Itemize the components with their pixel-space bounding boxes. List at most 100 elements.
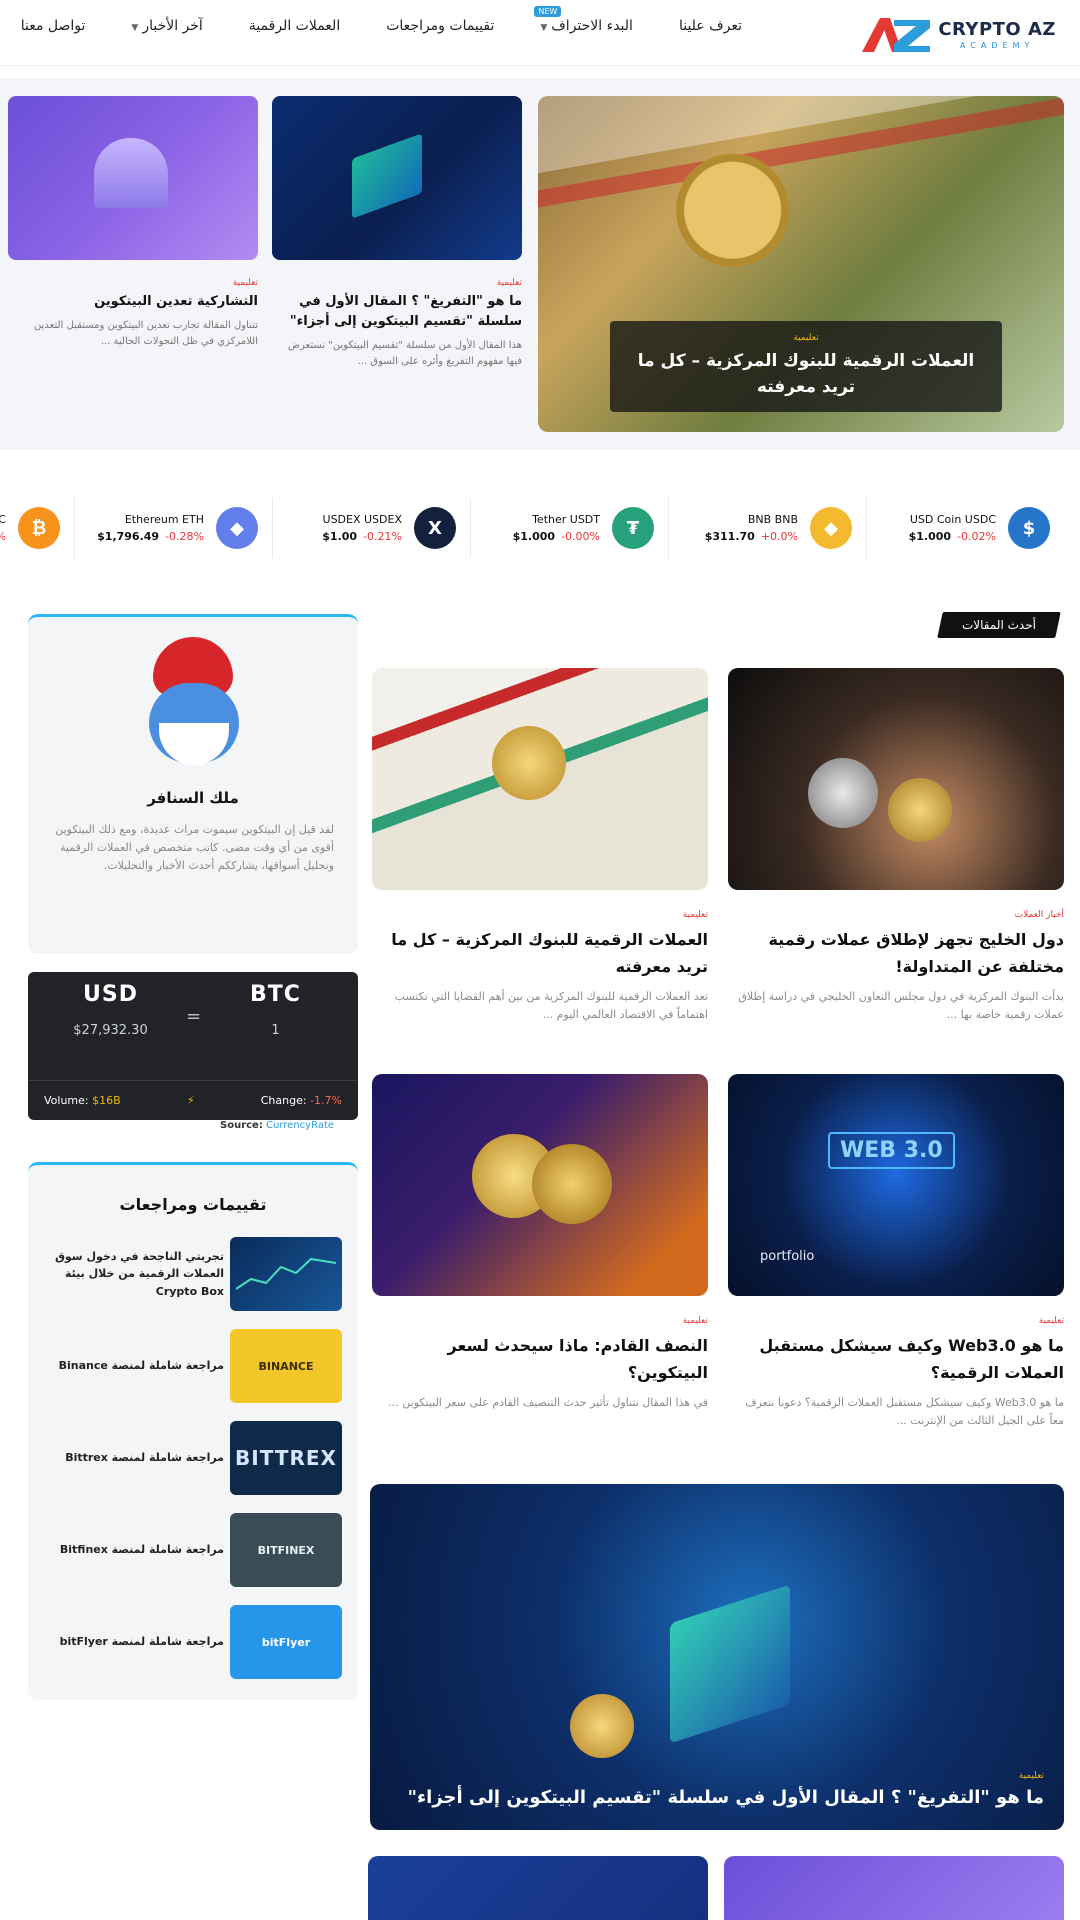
web3-chip-image[interactable]: WEB 3.0 portfolio [728,1074,1064,1296]
article-title[interactable]: ما هو Web3.0 وكيف سيشكل مستقبل العملات ا… [728,1332,1064,1386]
article-title[interactable]: دول الخليج تجهز لإطلاق عملات رقمية مختلف… [728,926,1064,980]
coin-name: Bitcoin BTC [0,513,6,526]
chart-thumbnail[interactable] [230,1237,342,1311]
nav-reviews-label: تقييمات ومراجعات [386,18,495,34]
review-item[interactable]: BINANCE مراجعة شاملة لمنصة Binance [52,1329,342,1403]
hero-title[interactable]: العملات الرقمية للبنوك المركزية – كل ما … [626,349,986,400]
nav-start[interactable]: البدء الاحتراف▼ NEW [534,6,633,34]
bittrex-thumbnail[interactable]: BITTREX [230,1421,342,1495]
article-category[interactable]: أخبار العملات [728,910,1064,920]
ticker-item[interactable]: X USDEX USDEX $1.00 -0.21% [272,498,470,558]
coin-change: -0.28% [165,530,204,543]
article-card[interactable]: تعليمية العملات الرقمية للبنوك المركزية … [372,668,708,1024]
next-article-card[interactable] [724,1856,1064,1920]
hero-category[interactable]: تعليمية [626,333,986,343]
article-title[interactable]: التشاركية تعدين البيتكوين [8,292,258,312]
equals-sign: = [186,1006,202,1027]
cash-bitcoin-image[interactable] [372,668,708,890]
latest-tag: أحدث المقالات [937,612,1061,638]
hero-main-card[interactable]: تعليمية العملات الرقمية للبنوك المركزية … [538,96,1064,432]
nav-about[interactable]: تعرف علينا [679,18,742,34]
hand-coins-image[interactable] [728,668,1064,890]
feature-article[interactable]: تعليمية ما هو "التفريغ" ؟ المقال الأول ف… [370,1484,1064,1830]
review-title[interactable]: مراجعة شاملة لمنصة Bittrex [52,1449,230,1466]
ticker-item[interactable]: ₿ Bitcoin BTC $1-0.80% [0,498,74,558]
converter-source: Source: CurrencyRate [220,1120,334,1131]
article-category[interactable]: تعليمية [272,278,522,288]
article-title[interactable]: ما هو "التفريغ" ؟ المقال الأول في سلسلة … [272,292,522,332]
to-currency[interactable]: BTC 1 [221,982,331,1038]
hero-card[interactable]: تعليمية ما هو "التفريغ" ؟ المقال الأول ف… [272,96,522,369]
article-excerpt: في هذا المقال نتناول تأثير حدث التنصيف ا… [388,1396,708,1410]
brand-tagline: ACADEMY [959,40,1035,50]
reviews-heading: تقييمات ومراجعات [119,1195,267,1214]
coin-price: $1.000 [512,530,556,543]
ticker-item[interactable]: $ USD Coin USDC $1.000 -0.02% [866,498,1064,558]
usdc-icon: $ [1008,507,1050,549]
ticker-item[interactable]: ◆ BNB BNB $311.70 +0.0% [668,498,866,558]
feature-title[interactable]: ما هو "التفريغ" ؟ المقال الأول في سلسلة … [408,1787,1044,1808]
article-card[interactable]: أخبار العملات دول الخليج تجهز لإطلاق عمل… [728,668,1064,1024]
top-navbar: CRYPTO AZ ACADEMY تعرف علينا البدء الاحت… [0,0,1080,66]
tether-icon: ₮ [612,507,654,549]
article-category[interactable]: تعليمية [372,1316,708,1326]
review-item[interactable]: تجربتي الناجحة في دخول سوق العملات الرقم… [52,1237,342,1311]
ticker-meta: Bitcoin BTC $1-0.80% [0,513,6,543]
volume-value: $16B [92,1094,121,1107]
bitfinex-thumbnail[interactable]: BITFINEX [230,1513,342,1587]
nav-currencies[interactable]: العملات الرقمية [249,18,340,34]
coin-name: USDEX USDEX [322,513,402,526]
article-title[interactable]: العملات الرقمية للبنوك المركزية – كل ما … [372,926,708,980]
nav-reviews[interactable]: تقييمات ومراجعات [386,18,494,34]
review-title[interactable]: مراجعة شاملة لمنصة bitFlyer [52,1633,230,1650]
article-category[interactable]: تعليمية [372,910,708,920]
change-stat: Change: -1.7% [261,1094,342,1107]
review-title[interactable]: مراجعة شاملة لمنصة Bitfinex [52,1541,230,1558]
review-title[interactable]: تجربتي الناجحة في دخول سوق العملات الرقم… [52,1248,230,1299]
article-title[interactable]: النصف القادم: ماذا سيحدث لسعر البيتكوين؟ [372,1332,708,1386]
author-avatar[interactable] [133,637,253,767]
coin-name: BNB BNB [747,513,798,526]
nav-contact[interactable]: تواصل معنا [21,18,86,34]
ticker-item[interactable]: ₮ Tether USDT $1.000 -0.00% [470,498,668,558]
coin-price-row: $1.000 -0.02% [881,530,996,543]
coin-price: $1,796.49 [97,530,160,543]
coin-change: -0.02% [957,530,996,543]
from-currency[interactable]: USD $27,932.30 [56,982,166,1038]
coin-change: -0.80% [0,530,6,543]
review-item[interactable]: bitFlyer مراجعة شاملة لمنصة bitFlyer [52,1605,342,1679]
review-item[interactable]: BITFINEX مراجعة شاملة لمنصة Bitfinex [52,1513,342,1587]
article-card[interactable]: تعليمية النصف القادم: ماذا سيحدث لسعر ال… [372,1074,708,1412]
article-category[interactable]: تعليمية [728,1316,1064,1326]
next-article-card[interactable] [368,1856,708,1920]
author-name[interactable]: ملك السنافر [28,789,358,807]
coin-change: -0.00% [561,530,600,543]
ticker-meta: USD Coin USDC $1.000 -0.02% [881,513,996,543]
blockchain-image[interactable] [272,96,522,260]
mining-image[interactable] [8,96,258,260]
article-card[interactable]: WEB 3.0 portfolio تعليمية ما هو Web3.0 و… [728,1074,1064,1430]
bitflyer-thumbnail[interactable]: bitFlyer [230,1605,342,1679]
logo[interactable]: CRYPTO AZ ACADEMY [860,14,1056,56]
image-label: portfolio [760,1249,815,1264]
ticker-meta: USDEX USDEX $1.00 -0.21% [287,513,402,543]
review-item[interactable]: BITTREX مراجعة شاملة لمنصة Bittrex [52,1421,342,1495]
review-title[interactable]: مراجعة شاملة لمنصة Binance [52,1357,230,1374]
coin-price-row: $311.70 +0.0% [683,530,798,543]
from-amount: $27,932.30 [73,1023,148,1038]
article-category[interactable]: تعليمية [8,278,258,288]
binance-thumbnail[interactable]: BINANCE [230,1329,342,1403]
feature-category[interactable]: تعليمية [408,1771,1044,1781]
ticker-item[interactable]: ◆ Ethereum ETH $1,796.49 -0.28% [74,498,272,558]
article-excerpt: هذا المقال الأول من سلسلة "تقسيم البيتكو… [287,340,522,367]
hero-card[interactable]: تعليمية التشاركية تعدين البيتكوين تتناول… [8,96,258,349]
currency-converter-widget: USD $27,932.30 BTC 1 = Volume: $16B ⚡ Ch… [28,972,358,1120]
from-code: USD [83,982,138,1007]
nav-start-label: البدء الاحتراف [551,18,633,34]
ticker-meta: Tether USDT $1.000 -0.00% [485,513,600,543]
gold-bitcoin-image[interactable] [372,1074,708,1296]
price-ticker: $ USD Coin USDC $1.000 -0.02% ◆ BNB BNB $311.7… [0,490,1080,566]
nav-news[interactable]: آخر الأخبار▼ [131,18,202,34]
coin-name: Tether USDT [532,513,600,526]
source-link[interactable]: CurrencyRate [266,1120,334,1131]
